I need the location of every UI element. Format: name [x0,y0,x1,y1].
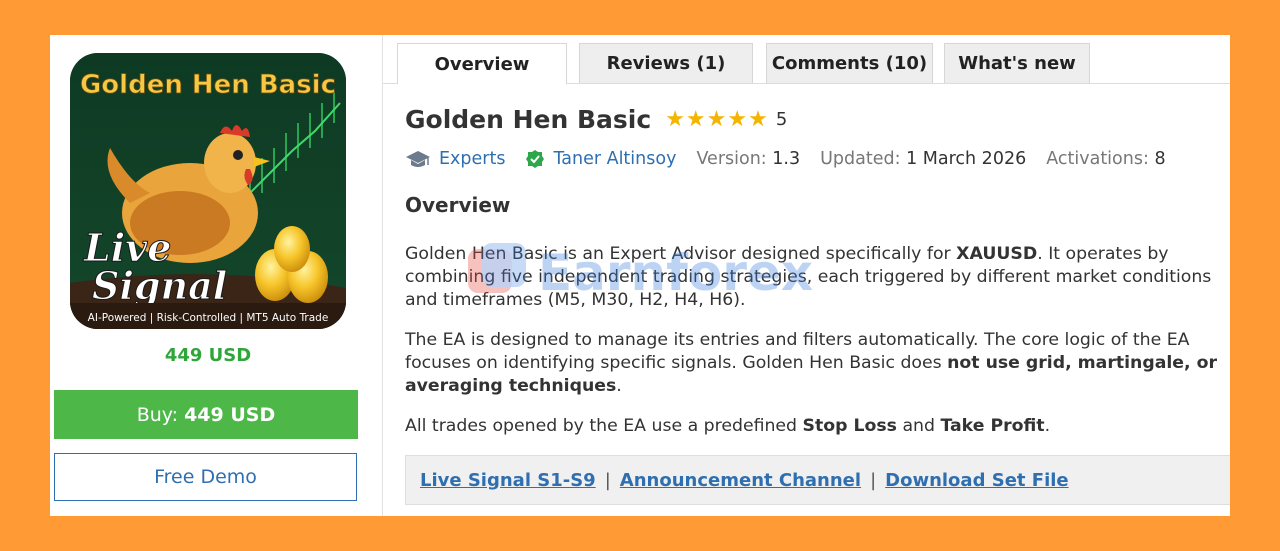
tab-comments[interactable]: Comments (10) [766,43,933,83]
buy-button-prefix: Buy: [136,403,179,426]
image-title-text: Golden Hen Basic [80,70,336,100]
tab-overview[interactable]: Overview [397,43,567,84]
download-set-file-link[interactable]: Download Set File [885,470,1068,491]
verified-badge-icon [525,149,545,169]
product-meta: Experts Taner Altinsoy Version: 1.3 Upda… [405,145,1186,173]
activations-value: 8 [1154,149,1166,169]
activations-label: Activations: [1046,149,1149,169]
product-image[interactable]: Golden Hen Basic Live Signal AI-Powered … [70,53,346,329]
link-separator: | [604,469,611,491]
updated-value: 1 March 2026 [906,149,1027,169]
overview-paragraph-1: Golden Hen Basic is an Expert Advisor de… [405,243,1225,312]
announcement-channel-link[interactable]: Announcement Channel [620,470,861,491]
p3-text-c: and [896,416,941,436]
rating-stars[interactable]: ★★★★★ [665,107,769,132]
tab-whats-new[interactable]: What's new [944,43,1090,83]
author-label: Taner Altinsoy [553,149,677,169]
category-label: Experts [439,149,506,169]
author-link[interactable]: Taner Altinsoy [525,149,676,169]
links-bar: Live Signal S1-S9 | Announcement Channel… [405,455,1230,505]
overview-heading: Overview [405,193,511,217]
free-demo-button[interactable]: Free Demo [54,453,357,501]
image-signal-text: Signal [92,263,227,308]
category-link[interactable]: Experts [405,149,505,169]
buy-button-price: 449 USD [184,403,276,426]
title-row: Golden Hen Basic ★★★★★ 5 [405,103,787,135]
tab-reviews[interactable]: Reviews (1) [579,43,753,83]
rating-value: 5 [775,108,788,130]
link-separator: | [870,469,877,491]
p1-text-b: XAUUSD [956,244,1038,264]
tab-bar: Overview Reviews (1) Comments (10) What'… [383,35,1230,84]
product-card: Golden Hen Basic Live Signal AI-Powered … [50,35,1230,516]
version-label: Version: [696,149,767,169]
updated-info: Updated: 1 March 2026 [820,149,1026,169]
p3-text-e: . [1044,416,1051,436]
p3-text-d: Take Profit [940,416,1045,436]
product-sidebar: Golden Hen Basic Live Signal AI-Powered … [50,35,383,516]
version-value: 1.3 [772,149,801,169]
p2-text-c: . [616,376,622,396]
activations-info: Activations: 8 [1046,149,1165,169]
updated-label: Updated: [820,149,901,169]
live-signal-link[interactable]: Live Signal S1-S9 [420,470,596,491]
p3-text-a: All trades opened by the EA use a predef… [405,416,803,436]
product-title: Golden Hen Basic [405,104,652,134]
image-footer-text: AI-Powered | Risk-Controlled | MT5 Auto … [88,312,329,324]
overview-paragraph-2: The EA is designed to manage its entries… [405,329,1225,398]
version-info: Version: 1.3 [696,149,800,169]
price-label: 449 USD [164,345,252,366]
overview-paragraph-3: All trades opened by the EA use a predef… [405,415,1225,438]
buy-button[interactable]: Buy: 449 USD [54,390,358,439]
p3-text-b: Stop Loss [802,416,897,436]
graduation-cap-icon [405,149,431,169]
p1-text-a: Golden Hen Basic is an Expert Advisor de… [405,244,957,264]
